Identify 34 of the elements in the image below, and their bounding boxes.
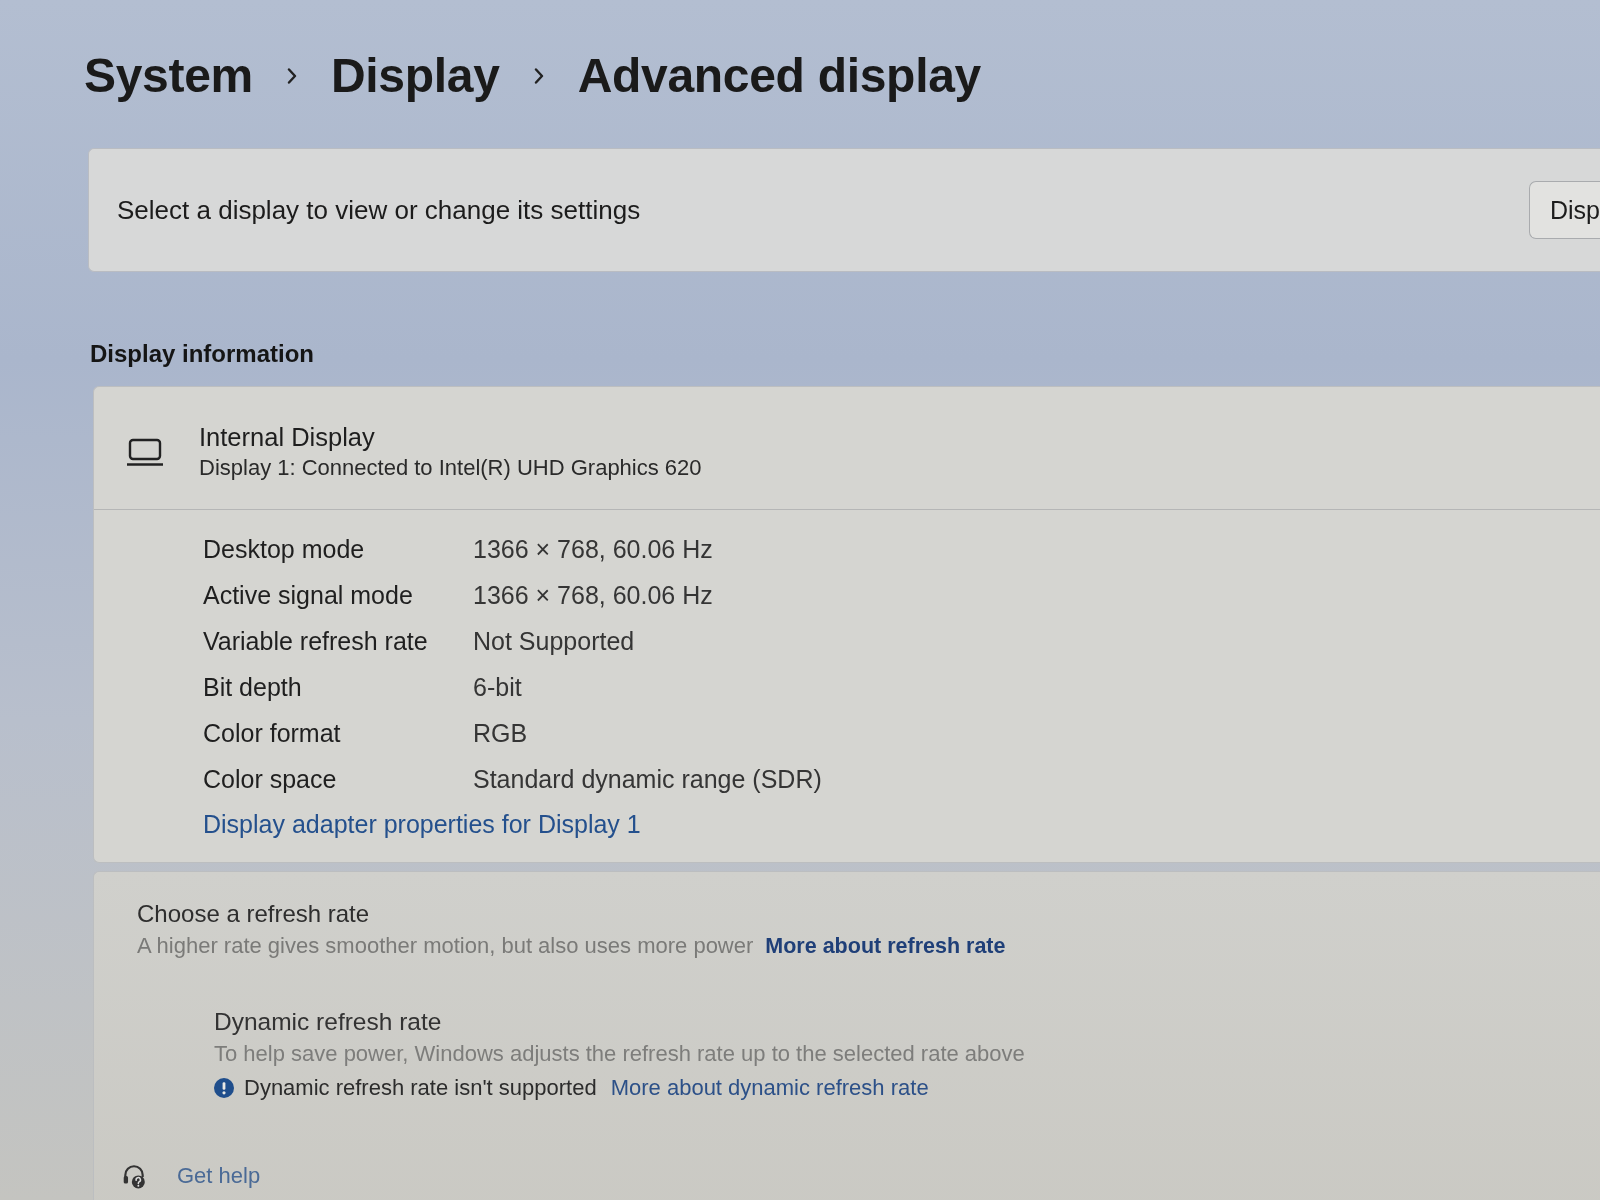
property-label: Bit depth [203,672,303,702]
property-label: Color format [203,718,342,748]
property-value: 6-bit [473,672,522,702]
property-value: Not Supported [473,626,635,656]
page-title: Advanced display [577,48,981,104]
refresh-rate-description: A higher rate gives smoother motion, but also uses more power [137,932,754,960]
chevron-icon [533,68,544,84]
display-name: Internal Display [199,422,375,453]
property-label: Variable refresh rate [203,626,429,656]
adapter-properties-link[interactable]: Display adapter properties for Display 1 [203,802,641,846]
refresh-rate-link[interactable]: More about refresh rate [765,931,1006,961]
property-value: 1366 × 768, 60.06 Hz [473,580,713,610]
dynamic-refresh-description: To help save power, Windows adjusts the refresh rate up to the selected rate above [214,1040,1025,1068]
property-label: Active signal mode [203,580,414,610]
dynamic-refresh-title: Dynamic refresh rate [214,1007,442,1037]
laptop-icon [127,437,163,466]
headset-help-icon [121,1163,147,1189]
property-value: Standard dynamic range (SDR) [473,764,822,794]
refresh-rate-title: Choose a refresh rate [137,899,370,929]
chevron-icon [286,68,297,84]
breadcrumb-link[interactable]: Display [330,48,500,104]
dynamic-refresh-link[interactable]: More about dynamic refresh rate [610,1073,929,1103]
display-dropdown[interactable]: Disp [1529,181,1600,239]
property-label: Color space [203,764,338,794]
property-label: Desktop mode [203,534,366,564]
info-icon [214,1078,234,1098]
property-value: 1366 × 768, 60.06 Hz [473,534,713,564]
selector-label: Select a display to view or change its settings [117,194,641,226]
property-value: RGB [473,718,528,748]
section-heading: Display information [90,339,315,369]
breadcrumb-link[interactable]: System [84,48,253,104]
notice-text: Dynamic refresh rate isn't supported [244,1074,597,1102]
display-description: Display 1: Connected to Intel(R) UHD Graphics 620 [199,454,702,482]
get-help-link[interactable]: Get help [177,1163,261,1189]
